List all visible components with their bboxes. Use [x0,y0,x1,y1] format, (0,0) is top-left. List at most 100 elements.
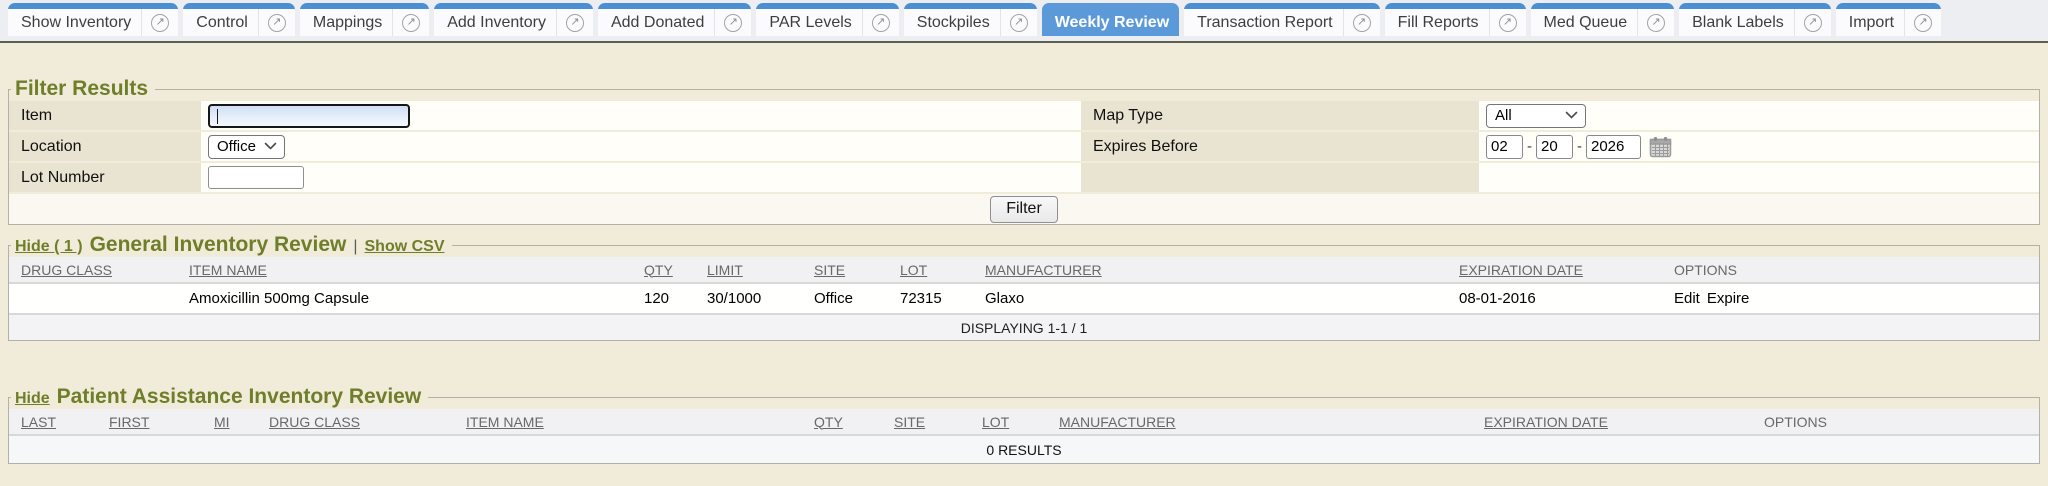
general-footer-row: DISPLAYING 1-1 / 1 [9,314,2039,340]
tab-label: PAR Levels [756,9,861,36]
tab-stockpiles[interactable]: Stockpiles ↗ [904,3,1037,36]
cell-item-name: Amoxicillin 500mg Capsule [186,283,641,314]
tab-label: Blank Labels [1679,9,1794,36]
external-link-icon: ↗ [566,14,584,32]
cell-options: Edit Expire [1671,283,2039,314]
tab-med-queue[interactable]: Med Queue ↗ [1531,3,1675,36]
tab-label: Fill Reports [1385,9,1489,36]
tab-label: Add Inventory [434,9,556,36]
expires-before-label: Expires Before [1081,132,1479,161]
patient-hide-link[interactable]: Hide [15,390,50,408]
expire-link[interactable]: Expire [1707,290,1750,307]
filter-row-lot: Lot Number [9,163,2039,192]
tab-control[interactable]: Control ↗ [183,3,295,36]
filter-button[interactable]: Filter [990,196,1058,223]
expires-year-input[interactable] [1586,135,1641,159]
lot-number-label: Lot Number [9,163,201,192]
map-type-select[interactable]: All [1486,104,1586,128]
tab-fill-reports[interactable]: Fill Reports ↗ [1385,3,1526,36]
tab-show-inventory[interactable]: Show Inventory ↗ [8,3,178,36]
sort-mi[interactable]: MI [214,414,230,430]
sort-expiration-date[interactable]: EXPIRATION DATE [1459,262,1583,278]
sort-manufacturer[interactable]: MANUFACTURER [985,262,1102,278]
location-select[interactable]: Office [208,135,285,159]
external-link-icon: ↗ [1353,14,1371,32]
zero-results-label: 0 RESULTS [9,435,2039,463]
tab-label: Stockpiles [904,9,1000,36]
cell-site: Office [811,283,897,314]
show-csv-link[interactable]: Show CSV [365,238,445,256]
cell-limit: 30/1000 [704,283,811,314]
tab-import[interactable]: Import ↗ [1836,3,1941,36]
item-label: Item [9,101,201,130]
location-label: Location [9,132,201,161]
sort-limit[interactable]: LIMIT [707,262,743,278]
tab-par-levels[interactable]: PAR Levels ↗ [756,3,898,36]
sort-lot[interactable]: LOT [900,262,927,278]
tab-add-inventory[interactable]: Add Inventory ↗ [434,3,593,36]
chevron-down-icon [264,142,277,150]
options-column-header: OPTIONS [1764,414,1827,430]
sort-lot[interactable]: LOT [982,414,1009,430]
expires-day-input[interactable] [1536,135,1573,159]
tab-weekly-review-active[interactable]: Weekly Review [1042,3,1179,36]
tab-label: Import [1836,9,1904,36]
calendar-icon[interactable] [1649,136,1672,158]
cell-expiration-date: 08-01-2016 [1456,283,1671,314]
tab-mappings[interactable]: Mappings ↗ [300,3,429,36]
sort-last[interactable]: LAST [21,414,56,430]
tab-transaction-report[interactable]: Transaction Report ↗ [1184,3,1379,36]
patient-empty-row: 0 RESULTS [9,435,2039,463]
tab-blank-labels[interactable]: Blank Labels ↗ [1679,3,1831,36]
expires-month-input[interactable] [1486,135,1523,159]
sort-item-name[interactable]: ITEM NAME [189,262,267,278]
external-link-icon: ↗ [1499,14,1517,32]
filter-results-title: Filter Results [15,77,148,101]
tab-label: Control [183,9,258,36]
map-type-selected-value: All [1495,107,1512,124]
sort-manufacturer[interactable]: MANUFACTURER [1059,414,1176,430]
sort-drug-class[interactable]: DRUG CLASS [269,414,360,430]
sort-expiration-date[interactable]: EXPIRATION DATE [1484,414,1608,430]
general-inventory-title: General Inventory Review [90,233,347,257]
tab-label: Show Inventory [8,9,141,36]
sort-qty[interactable]: QTY [814,414,843,430]
empty-input-cell [1479,163,2039,192]
map-type-label: Map Type [1081,101,1479,130]
external-link-icon: ↗ [1010,14,1028,32]
sort-drug-class[interactable]: DRUG CLASS [21,262,112,278]
sort-qty[interactable]: QTY [644,262,673,278]
date-separator: - [1577,138,1582,155]
external-link-icon: ↗ [872,14,890,32]
tab-add-donated[interactable]: Add Donated ↗ [598,3,751,36]
filter-results-panel: Filter Results Item Map Type All Locatio… [8,77,2040,225]
lot-number-input[interactable] [208,166,304,189]
item-search-input[interactable] [208,104,410,128]
chevron-down-icon [1565,111,1578,119]
patient-assistance-title: Patient Assistance Inventory Review [57,385,422,409]
filter-row-location: Location Office Expires Before - - [9,132,2039,161]
sort-site[interactable]: SITE [894,414,925,430]
edit-link[interactable]: Edit [1674,290,1700,307]
date-separator: - [1527,138,1532,155]
patient-assistance-panel: Hide Patient Assistance Inventory Review… [8,385,2040,464]
general-inventory-panel: Hide ( 1 ) General Inventory Review | Sh… [8,233,2040,341]
filter-actions-row: Filter [9,194,2039,224]
empty-label-cell [1081,163,1479,192]
general-inventory-table: DRUG CLASS ITEM NAME QTY LIMIT SITE LOT … [9,257,2039,340]
sort-first[interactable]: FIRST [109,414,149,430]
location-selected-value: Office [217,138,256,155]
filter-results-legend: Filter Results [11,77,155,101]
patient-assistance-legend: Hide Patient Assistance Inventory Review [11,385,428,409]
general-hide-link[interactable]: Hide ( 1 ) [15,238,83,256]
tab-label: Weekly Review [1042,9,1179,36]
sort-site[interactable]: SITE [814,262,845,278]
general-inventory-legend: Hide ( 1 ) General Inventory Review | Sh… [11,233,452,257]
filter-row-item: Item Map Type All [9,101,2039,130]
external-link-icon: ↗ [1647,14,1665,32]
external-link-icon: ↗ [724,14,742,32]
tab-label: Mappings [300,9,392,36]
options-column-header: OPTIONS [1674,262,1737,278]
legend-separator: | [353,238,357,256]
sort-item-name[interactable]: ITEM NAME [466,414,544,430]
